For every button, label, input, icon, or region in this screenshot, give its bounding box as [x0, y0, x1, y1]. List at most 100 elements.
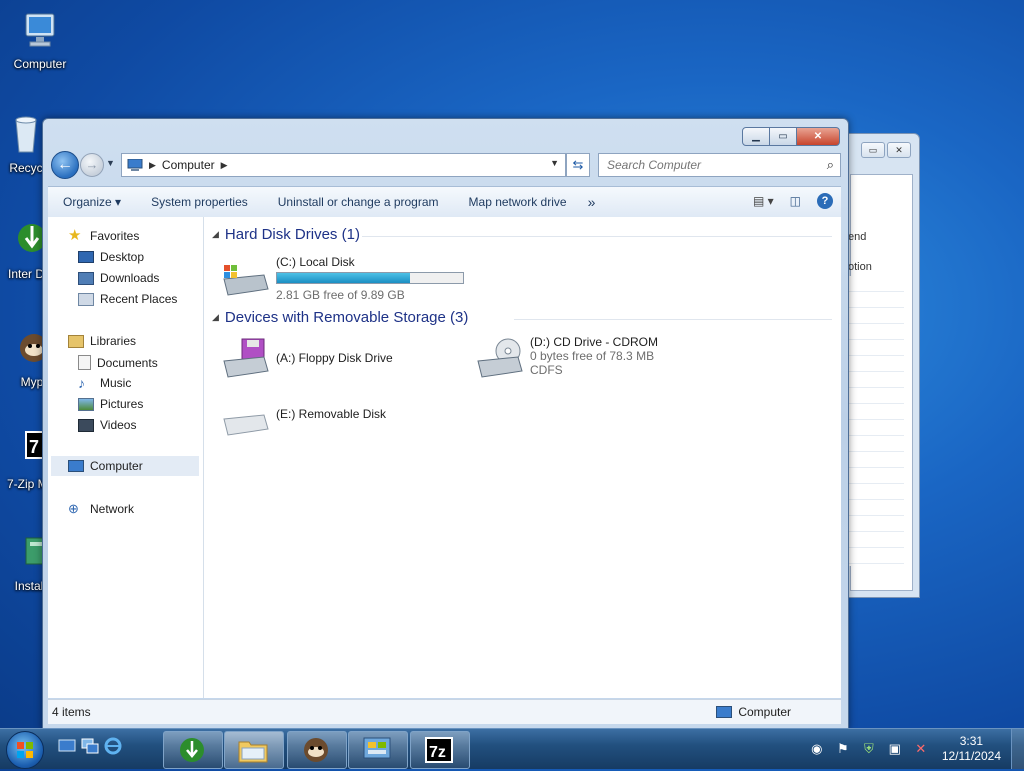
- downloads-folder-icon: [78, 271, 94, 285]
- network-connection-icon[interactable]: ▣: [887, 741, 903, 757]
- folder-icon: [238, 741, 268, 763]
- internet-explorer-icon[interactable]: [104, 737, 122, 755]
- show-desktop-button[interactable]: [1011, 729, 1024, 769]
- breadcrumb-separator-icon[interactable]: ▶: [221, 160, 228, 171]
- drive-d-name: (D:) CD Drive - CDROM: [530, 335, 658, 349]
- system-properties-button[interactable]: System properties: [136, 195, 263, 209]
- change-view-icon[interactable]: ▤ ▾: [753, 194, 774, 208]
- status-location: Computer: [716, 705, 791, 719]
- cd-drive-icon: [477, 338, 523, 378]
- hard-drive-windows-icon: [223, 265, 269, 296]
- recent-pages-dropdown[interactable]: ▼: [106, 158, 115, 168]
- control-panel-icon: [363, 737, 391, 759]
- organize-button[interactable]: Organize ▾: [48, 195, 136, 209]
- uninstall-program-button[interactable]: Uninstall or change a program: [263, 195, 454, 209]
- volume-muted-icon[interactable]: ✕: [913, 741, 929, 757]
- collapse-triangle-icon[interactable]: ◢: [212, 229, 219, 240]
- arrow-right-icon: →: [85, 157, 99, 172]
- refresh-button[interactable]: ⇆: [566, 153, 590, 177]
- start-button[interactable]: [6, 731, 44, 769]
- item-count: 4 items: [52, 705, 91, 719]
- taskbar-download-manager[interactable]: [163, 731, 223, 769]
- minimize-button[interactable]: ▁: [742, 127, 770, 146]
- group-divider: [362, 236, 832, 237]
- nav-favorites[interactable]: ★ Favorites: [68, 227, 139, 244]
- caption-buttons: ▁ ▭ ✕: [742, 127, 840, 146]
- collapse-triangle-icon[interactable]: ◢: [212, 312, 219, 323]
- clock[interactable]: 3:31 12/11/2024: [942, 734, 1001, 764]
- help-icon[interactable]: ?: [817, 193, 833, 209]
- star-icon: ★: [68, 227, 82, 244]
- nav-pictures[interactable]: Pictures: [78, 397, 143, 411]
- taskbar-raccoon-app[interactable]: [287, 731, 347, 769]
- taskbar-7zip[interactable]: 7z: [410, 731, 470, 769]
- pictures-icon: [78, 397, 94, 411]
- drive-c-free-space: 2.81 GB free of 9.89 GB: [276, 288, 405, 302]
- group-divider: [514, 319, 832, 320]
- 7zip-icon: 7z: [425, 737, 453, 763]
- background-close-button[interactable]: ✕: [887, 142, 911, 158]
- system-tray: ◉ ⚑ ⛨ ▣ ✕ 3:31 12/11/2024: [804, 729, 1024, 769]
- svg-text:7z: 7z: [429, 744, 446, 761]
- group-header-removable[interactable]: ◢ Devices with Removable Storage (3): [212, 309, 468, 326]
- nav-desktop[interactable]: Desktop: [78, 250, 144, 264]
- breadcrumb-computer[interactable]: Computer: [162, 158, 215, 172]
- desktop-icon-computer[interactable]: Computer: [0, 8, 80, 71]
- videos-icon: [78, 418, 94, 432]
- nav-recent-places[interactable]: Recent Places: [78, 292, 177, 306]
- command-bar: Organize ▾ System properties Uninstall o…: [48, 186, 841, 218]
- computer-icon: [68, 460, 84, 472]
- search-box[interactable]: ⌕: [598, 153, 841, 177]
- background-maximize-button[interactable]: ▭: [861, 142, 885, 158]
- network-status-icon[interactable]: ◉: [809, 741, 825, 757]
- nav-downloads[interactable]: Downloads: [78, 271, 159, 285]
- content-pane: ◢ Hard Disk Drives (1) (C:) Local Disk 2…: [204, 217, 841, 698]
- arrow-left-icon: ←: [57, 156, 73, 173]
- toolbar-right: ▤ ▾ ◫ ?: [753, 193, 833, 209]
- preview-pane-icon[interactable]: ◫: [790, 194, 801, 208]
- nav-network[interactable]: ⊕ Network: [68, 501, 134, 517]
- network-icon: ⊕: [68, 501, 79, 516]
- search-icon[interactable]: ⌕: [827, 157, 834, 173]
- nav-libraries[interactable]: Libraries: [68, 334, 136, 348]
- drive-c-usage-bar: [276, 272, 464, 284]
- taskbar-control-panel[interactable]: [348, 731, 408, 769]
- breadcrumb-separator-icon[interactable]: ▶: [149, 160, 156, 171]
- download-manager-icon: [180, 738, 204, 762]
- search-input[interactable]: [605, 154, 809, 176]
- taskbar-windows-explorer[interactable]: [224, 731, 284, 769]
- close-button[interactable]: ✕: [796, 127, 840, 146]
- drive-e-name: (E:) Removable Disk: [276, 407, 387, 421]
- show-desktop-quicklaunch-icon[interactable]: [58, 737, 76, 755]
- nav-computer[interactable]: Computer: [51, 456, 199, 476]
- libraries-icon: [68, 334, 84, 348]
- nav-documents[interactable]: Documents: [78, 355, 158, 370]
- drive-d-filesystem: CDFS: [530, 363, 563, 377]
- forward-button[interactable]: →: [80, 153, 104, 177]
- address-dropdown-icon[interactable]: ▼: [550, 158, 559, 168]
- refresh-icon: ⇆: [572, 157, 584, 172]
- more-commands-button[interactable]: »: [582, 194, 602, 210]
- music-note-icon: ♪: [78, 375, 85, 391]
- background-column-header[interactable]: otion: [848, 261, 872, 273]
- address-bar[interactable]: ▶ Computer ▶ ▼: [121, 153, 566, 177]
- background-window-text: end: [848, 231, 867, 243]
- switch-windows-icon[interactable]: [81, 737, 99, 755]
- nav-videos[interactable]: Videos: [78, 418, 136, 432]
- navigation-pane: ★ Favorites Desktop Downloads Recent Pla…: [48, 217, 204, 698]
- maximize-button[interactable]: ▭: [770, 127, 796, 146]
- removable-disk-icon: [223, 414, 269, 436]
- security-shield-icon[interactable]: ⛨: [861, 741, 877, 757]
- nav-music[interactable]: ♪ Music: [78, 376, 131, 390]
- clock-time: 3:31: [959, 734, 984, 748]
- drive-d-free-space: 0 bytes free of 78.3 MB: [530, 349, 655, 363]
- back-button[interactable]: ←: [51, 151, 79, 179]
- computer-icon: [25, 13, 55, 47]
- drive-a-name: (A:) Floppy Disk Drive: [276, 351, 393, 365]
- action-center-flag-icon[interactable]: ⚑: [835, 741, 851, 757]
- background-list: [848, 276, 904, 566]
- map-network-drive-button[interactable]: Map network drive: [454, 195, 582, 209]
- explorer-window: ▁ ▭ ✕ ← → ▼ ▶ Computer ▶ ▼ ⇆ ⌕ Organize …: [42, 118, 849, 730]
- group-header-hard-disk[interactable]: ◢ Hard Disk Drives (1): [212, 226, 360, 243]
- windows-logo-icon: [17, 742, 33, 758]
